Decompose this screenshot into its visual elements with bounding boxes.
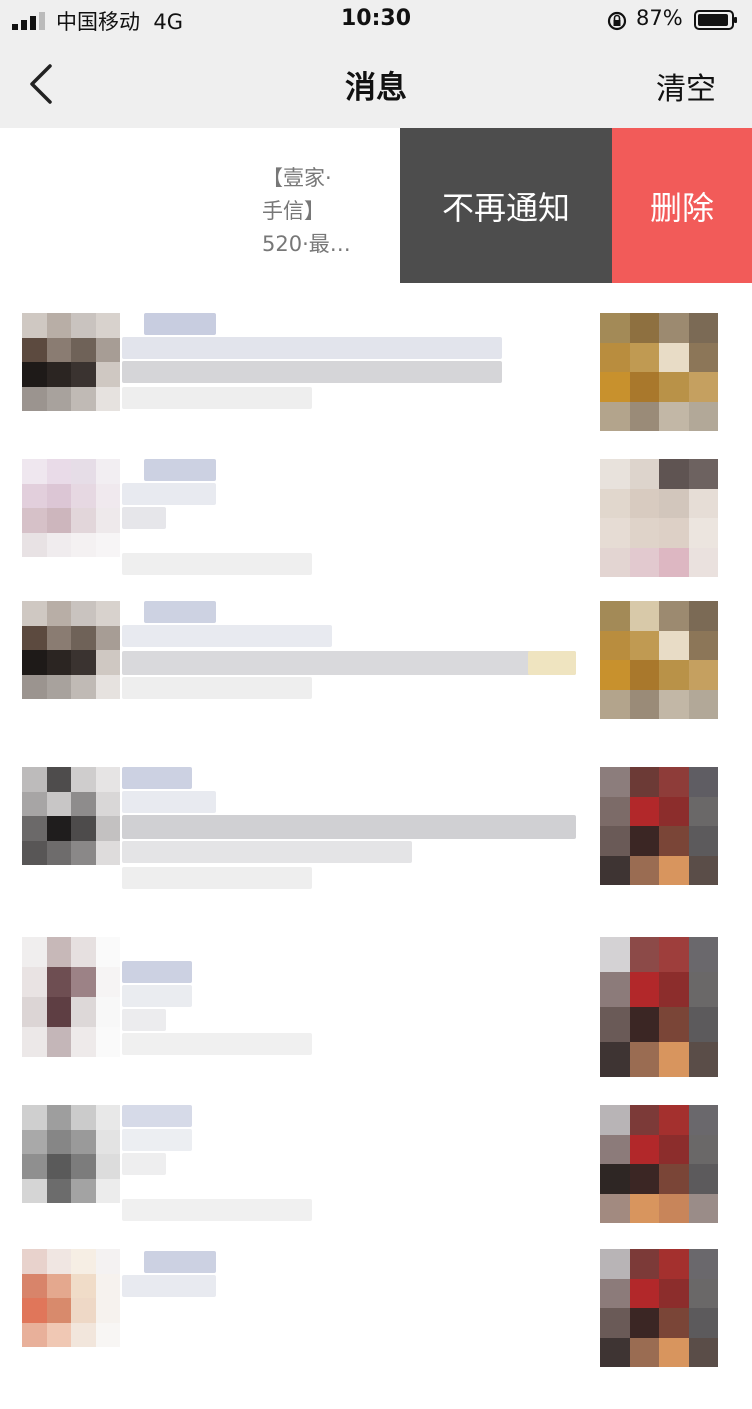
thumbnail	[600, 1105, 718, 1223]
delete-button[interactable]: 删除	[612, 128, 752, 283]
thumbnail	[600, 1249, 718, 1367]
avatar	[22, 601, 120, 699]
list-item[interactable]	[0, 935, 752, 1095]
thumbnail	[600, 459, 718, 577]
avatar	[22, 767, 120, 865]
battery-icon	[694, 10, 737, 30]
status-bar: 中国移动 4G 10:30 87%	[0, 0, 752, 40]
thumbnail	[600, 937, 718, 1077]
swiped-message-row[interactable]: 【壹家· 手信】 520·最… 不再通知 删除	[0, 128, 752, 283]
mute-notification-button[interactable]: 不再通知	[400, 128, 612, 283]
list-item[interactable]	[0, 283, 752, 443]
avatar	[22, 937, 120, 1057]
list-item[interactable]	[0, 1103, 752, 1263]
avatar	[22, 313, 120, 411]
thumbnail	[600, 313, 718, 431]
clear-button[interactable]: 清空	[656, 64, 716, 108]
rotation-lock-icon	[607, 11, 627, 31]
thumbnail	[600, 767, 718, 885]
page-title: 消息	[345, 70, 407, 106]
list-item[interactable]	[0, 767, 752, 927]
battery-percent: 87%	[636, 6, 683, 30]
avatar	[22, 459, 120, 557]
avatar	[22, 1249, 120, 1347]
list-item[interactable]	[0, 1249, 752, 1409]
list-item[interactable]	[0, 453, 752, 613]
message-list	[0, 283, 752, 1367]
list-item[interactable]	[0, 599, 752, 759]
message-preview: 【壹家· 手信】 520·最…	[262, 166, 351, 256]
nav-bar: 消息 清空	[0, 40, 752, 128]
avatar	[22, 1105, 120, 1203]
thumbnail	[600, 601, 718, 719]
